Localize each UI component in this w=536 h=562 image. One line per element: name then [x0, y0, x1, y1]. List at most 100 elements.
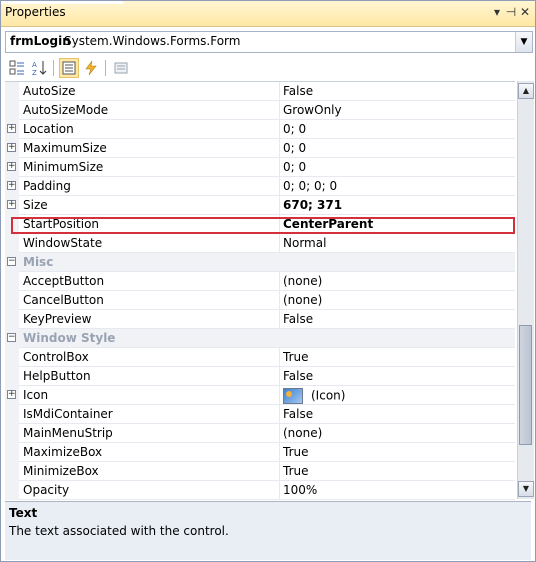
property-value-text: False	[283, 84, 314, 98]
property-name: MinimumSize	[23, 160, 104, 174]
column-divider	[279, 386, 280, 405]
expand-icon[interactable]: +	[7, 390, 16, 399]
expand-icon[interactable]: +	[7, 143, 16, 152]
toolbar-separator	[105, 60, 106, 76]
object-type: System.Windows.Forms.Form	[64, 34, 241, 48]
column-divider	[279, 196, 280, 215]
property-value[interactable]: True	[283, 445, 309, 459]
property-name: Size	[23, 198, 48, 212]
property-value[interactable]: (none)	[283, 274, 322, 288]
events-icon	[85, 60, 97, 76]
property-row[interactable]: MinimizeBox True	[5, 462, 515, 481]
svg-text:Z: Z	[32, 69, 37, 77]
properties-button[interactable]	[59, 58, 79, 78]
scroll-thumb[interactable]	[519, 325, 532, 445]
row-gutter	[5, 101, 19, 120]
property-value-text: (none)	[283, 426, 323, 440]
categorized-button[interactable]	[7, 58, 27, 78]
property-row[interactable]: AutoSize False	[5, 82, 515, 101]
property-pages-button[interactable]	[111, 58, 131, 78]
column-divider	[279, 234, 280, 253]
property-value[interactable]: 100%	[283, 483, 317, 497]
property-value-text: 0; 0; 0; 0	[283, 179, 338, 193]
description-title: Text	[9, 506, 38, 520]
property-row[interactable]: + MaximumSize 0; 0	[5, 139, 515, 158]
property-value[interactable]: CenterParent	[283, 217, 373, 231]
property-row[interactable]: + Icon (Icon)	[5, 386, 515, 405]
property-row[interactable]: + Size 670; 371	[5, 196, 515, 215]
property-row[interactable]: + MinimumSize 0; 0	[5, 158, 515, 177]
property-value[interactable]: 0; 0	[283, 141, 306, 155]
chevron-down-icon[interactable]: ▼	[515, 32, 532, 52]
title-tab	[1, 1, 123, 4]
property-value-text: CenterParent	[283, 217, 374, 231]
property-value[interactable]: 0; 0	[283, 160, 306, 174]
property-value-text: False	[283, 312, 314, 326]
property-value[interactable]: True	[283, 350, 309, 364]
property-value[interactable]: 0; 0; 0; 0	[283, 179, 337, 193]
property-row[interactable]: HelpButton False	[5, 367, 515, 386]
property-value[interactable]: 0; 0	[283, 122, 306, 136]
property-name: HelpButton	[23, 369, 91, 383]
scroll-down-icon[interactable]: ▼	[518, 481, 534, 497]
property-row[interactable]: StartPosition CenterParent	[5, 215, 515, 234]
column-divider	[279, 215, 280, 234]
row-gutter	[5, 443, 19, 462]
property-value-text: 0; 0	[283, 160, 307, 174]
property-value[interactable]: 670; 371	[283, 198, 342, 212]
property-value[interactable]: Normal	[283, 236, 326, 250]
properties-window: Properties ▾ ⊣ ✕ frmLogin System.Windows…	[0, 0, 536, 562]
collapse-icon[interactable]: −	[7, 333, 16, 342]
description-text: The text associated with the control.	[9, 524, 229, 538]
column-divider	[279, 367, 280, 386]
category-row[interactable]: − Misc	[5, 253, 515, 272]
property-row[interactable]: CancelButton (none)	[5, 291, 515, 310]
property-value[interactable]: (none)	[283, 293, 322, 307]
property-row[interactable]: MainMenuStrip (none)	[5, 424, 515, 443]
property-value-text: 670; 371	[283, 198, 343, 212]
alphabetical-button[interactable]: A Z	[29, 58, 49, 78]
property-row[interactable]: ControlBox True	[5, 348, 515, 367]
property-row[interactable]: AutoSizeMode GrowOnly	[5, 101, 515, 120]
property-value-text: True	[283, 464, 309, 478]
column-divider	[279, 462, 280, 481]
property-value[interactable]: False	[283, 84, 313, 98]
categorized-icon	[9, 60, 24, 75]
close-icon[interactable]: ✕	[517, 4, 533, 20]
column-divider	[279, 158, 280, 177]
property-row[interactable]: AcceptButton (none)	[5, 272, 515, 291]
property-value-text: GrowOnly	[283, 103, 342, 117]
property-value[interactable]: (Icon)	[283, 388, 345, 404]
expand-icon[interactable]: +	[7, 200, 16, 209]
property-value-text: False	[283, 369, 314, 383]
scroll-up-icon[interactable]: ▲	[518, 83, 534, 99]
property-row[interactable]: + Location 0; 0	[5, 120, 515, 139]
property-row[interactable]: + Padding 0; 0; 0; 0	[5, 177, 515, 196]
expand-icon[interactable]: +	[7, 124, 16, 133]
property-row[interactable]: KeyPreview False	[5, 310, 515, 329]
object-selector[interactable]: frmLogin System.Windows.Forms.Form ▼	[5, 31, 533, 53]
property-value-text: 0; 0	[283, 122, 307, 136]
property-row[interactable]: MaximizeBox True	[5, 443, 515, 462]
expand-icon[interactable]: +	[7, 181, 16, 190]
property-row[interactable]: IsMdiContainer False	[5, 405, 515, 424]
row-gutter	[5, 291, 19, 310]
scrollbar[interactable]: ▲ ▼	[517, 81, 534, 499]
property-value[interactable]: False	[283, 312, 313, 326]
property-value-text: (none)	[283, 293, 323, 307]
property-value[interactable]: GrowOnly	[283, 103, 342, 117]
row-gutter	[5, 424, 19, 443]
category-row[interactable]: − Window Style	[5, 329, 515, 348]
property-value[interactable]: True	[283, 464, 309, 478]
collapse-icon[interactable]: −	[7, 257, 16, 266]
property-value[interactable]: False	[283, 369, 313, 383]
events-button[interactable]	[81, 58, 101, 78]
property-row[interactable]: WindowState Normal	[5, 234, 515, 253]
expand-icon[interactable]: +	[7, 162, 16, 171]
property-row[interactable]: Opacity 100%	[5, 481, 515, 500]
property-name: MainMenuStrip	[23, 426, 113, 440]
property-value[interactable]: False	[283, 407, 313, 421]
property-value-text: (Icon)	[311, 388, 346, 403]
property-value[interactable]: (none)	[283, 426, 322, 440]
property-value-text: 100%	[283, 483, 318, 497]
